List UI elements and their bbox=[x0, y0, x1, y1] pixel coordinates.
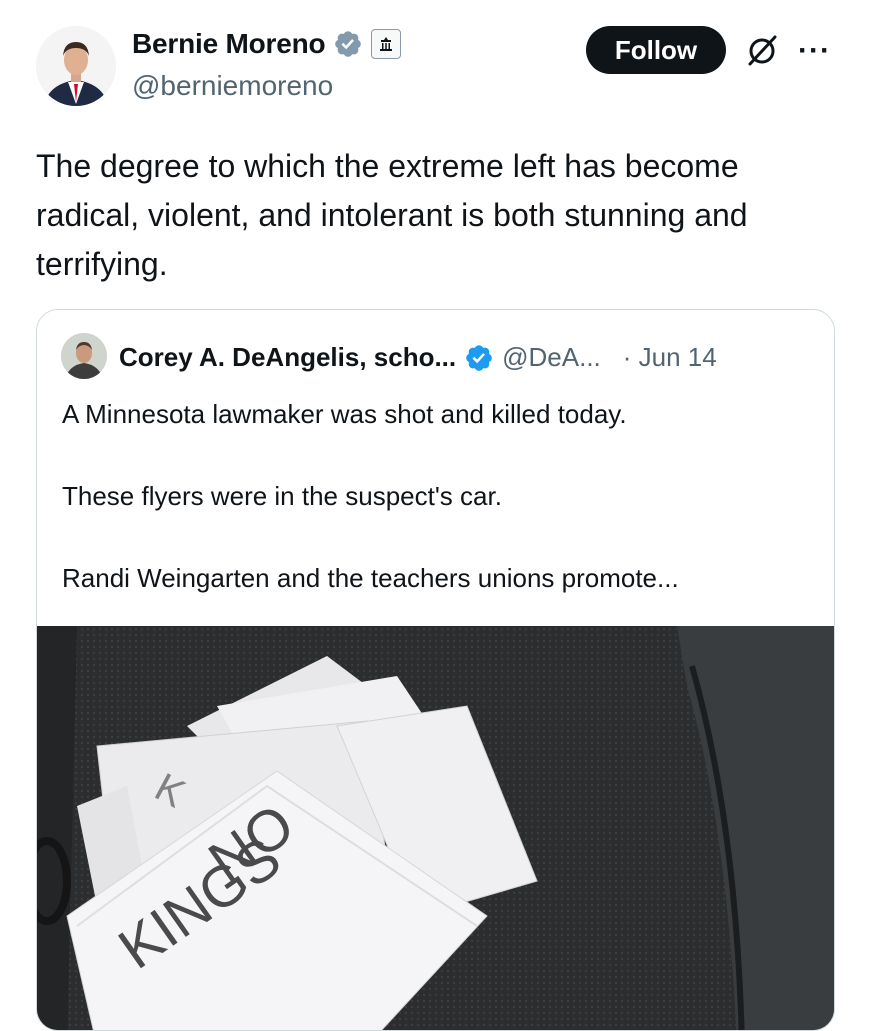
quoted-avatar-photo bbox=[61, 333, 107, 379]
quoted-date[interactable]: · Jun 14 bbox=[623, 342, 717, 373]
more-icon[interactable]: ··· bbox=[798, 34, 831, 68]
author-avatar[interactable] bbox=[36, 26, 116, 106]
quoted-author-handle[interactable]: @DeA... bbox=[502, 342, 601, 373]
quoted-paragraph: These flyers were in the suspect's car. bbox=[62, 481, 502, 511]
quoted-header: Corey A. DeAngelis, scho... @DeA... · Ju… bbox=[119, 342, 717, 373]
quoted-tweet-card[interactable]: Corey A. DeAngelis, scho... @DeA... · Ju… bbox=[36, 309, 835, 1031]
follow-button[interactable]: Follow bbox=[586, 26, 726, 74]
verified-badge-icon[interactable] bbox=[333, 29, 363, 59]
quoted-paragraph: Randi Weingarten and the teachers unions… bbox=[62, 563, 679, 593]
verified-badge-icon[interactable] bbox=[464, 343, 494, 373]
capitol-glyph-icon bbox=[380, 37, 393, 51]
quoted-paragraph: A Minnesota lawmaker was shot and killed… bbox=[62, 399, 627, 429]
avatar-photo bbox=[36, 26, 116, 106]
tweet-text: The degree to which the extreme left has… bbox=[36, 148, 748, 282]
grok-icon[interactable] bbox=[744, 33, 780, 69]
quoted-text: A Minnesota lawmaker was shot and killed… bbox=[62, 394, 822, 640]
quoted-photo[interactable]: K NO KINGS bbox=[37, 626, 834, 1031]
government-building-icon[interactable] bbox=[371, 29, 402, 59]
quoted-author-avatar[interactable] bbox=[61, 333, 107, 379]
author-name-row: Bernie Moreno bbox=[132, 28, 402, 60]
author-name[interactable]: Bernie Moreno bbox=[132, 28, 326, 60]
author-handle[interactable]: @berniemoreno bbox=[132, 70, 333, 102]
quoted-author-name[interactable]: Corey A. DeAngelis, scho... bbox=[119, 342, 456, 373]
